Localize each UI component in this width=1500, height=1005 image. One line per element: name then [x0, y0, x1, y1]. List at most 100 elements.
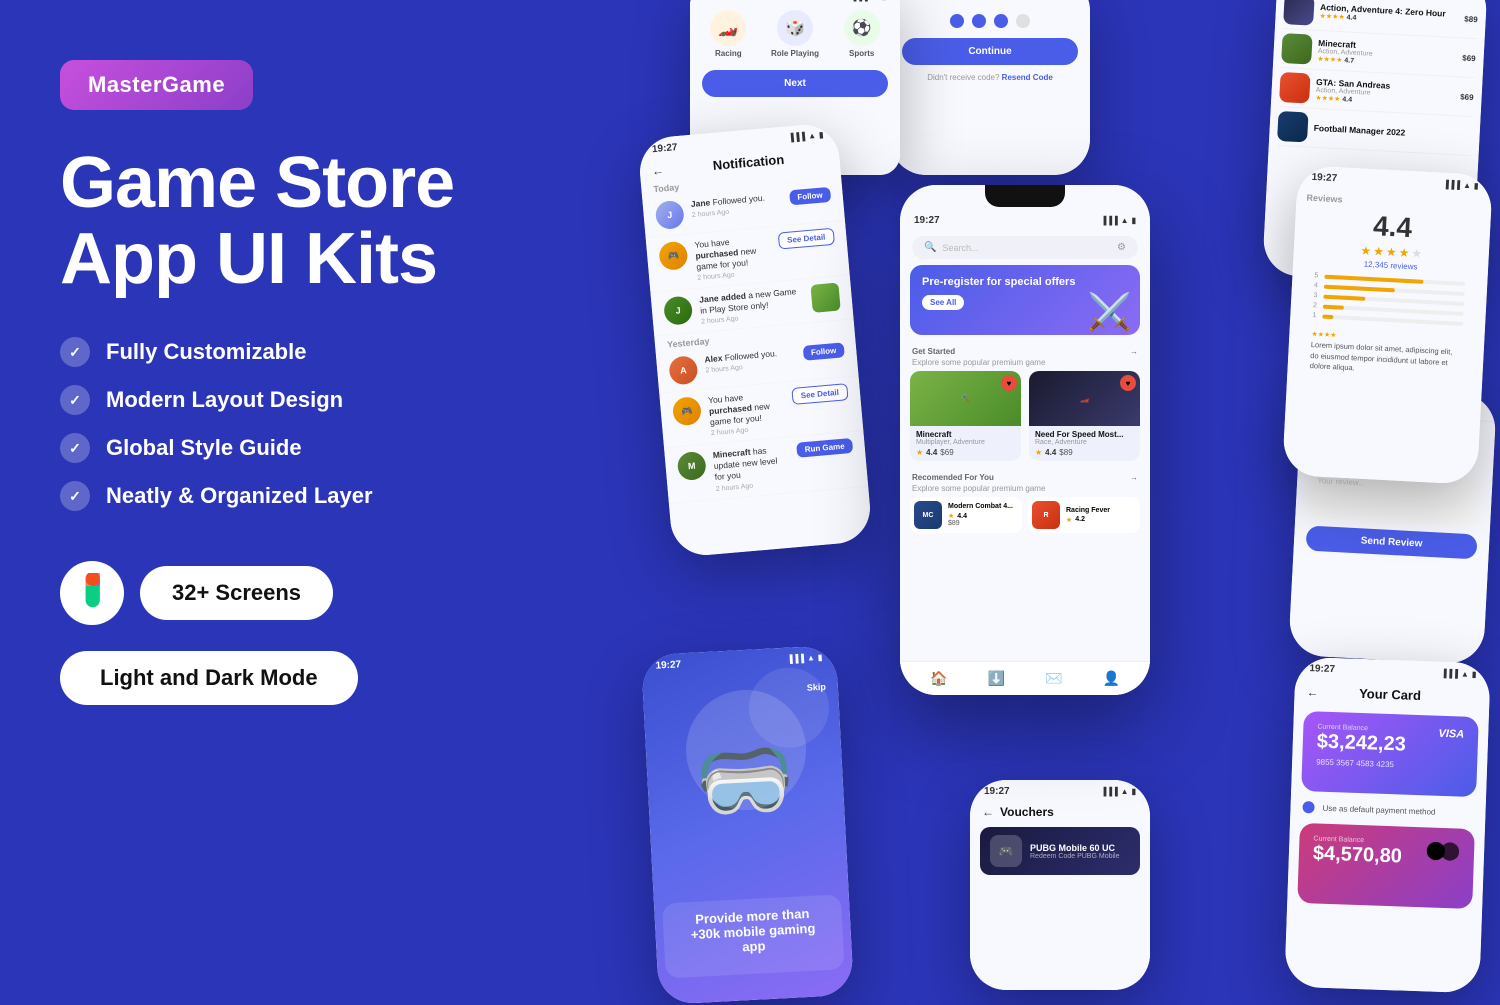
left-panel: MasterGame Game Store App UI Kits Fully …	[60, 60, 540, 705]
otp-dot-3	[994, 14, 1008, 28]
nav-home[interactable]: 🏠	[930, 670, 947, 687]
otp-dot-1	[950, 14, 964, 28]
resend-link[interactable]: Resend Code	[1002, 73, 1053, 82]
feature-1: Fully Customizable	[60, 337, 540, 367]
feature-4: Neatly & Organized Layer	[60, 481, 540, 511]
voucher-icon-1: 🎮	[990, 835, 1022, 867]
notif-avatar-6: M	[677, 451, 707, 481]
cat-roleplaying-icon: 🎲	[777, 10, 813, 46]
vouchers-back[interactable]: ←	[982, 805, 994, 819]
rec-game-icon-1: MC	[914, 501, 942, 529]
app-icon-2	[1281, 33, 1313, 65]
recommended-games: MC Modern Combat 4... ★4.4 $89 R Racing …	[900, 497, 1150, 533]
cat-roleplaying: 🎲 Role Playing	[771, 10, 819, 58]
feature-3: Global Style Guide	[60, 433, 540, 463]
main-title: Game Store App UI Kits	[60, 146, 540, 297]
check-icon-2	[60, 385, 90, 415]
resend-text: Didn't receive code? Resend Code	[902, 73, 1078, 82]
see-detail-button-2[interactable]: See Detail	[791, 383, 849, 405]
recommended-section: Recomended For You →	[900, 467, 1150, 484]
feature-2: Modern Layout Design	[60, 385, 540, 415]
credit-card-2: Current Balance $4,570,80 ⬤⬤	[1297, 823, 1475, 909]
cat-sports: ⚽ Sports	[844, 10, 880, 58]
notif-avatar-2: 🎮	[658, 241, 688, 271]
vouchers-header: ← Vouchers	[970, 801, 1150, 823]
nav-profile[interactable]: 👤	[1103, 670, 1120, 687]
phones-area: 19:27 ▐▐▐ ▲ ▮ 🏎️ Racing 🎲 Role Playing ⚽	[500, 0, 1500, 1000]
card-back[interactable]: ←	[1306, 685, 1318, 699]
follow-button-2[interactable]: Follow	[802, 343, 844, 362]
send-review-button[interactable]: Send Review	[1306, 526, 1478, 560]
features-list: Fully Customizable Modern Layout Design …	[60, 337, 540, 511]
default-check	[1302, 801, 1314, 813]
run-game-button[interactable]: Run Game	[796, 438, 853, 458]
review-bars: 5 4 3 2 1	[1300, 267, 1478, 334]
phone-review: 19:27 ▐▐▐ ▲ ▮ Reviews 4.4 ★ ★ ★ ★ ★	[1282, 165, 1493, 485]
cat-racing: 🏎️ Racing	[710, 10, 746, 58]
badges-row: 32+ Screens	[60, 561, 540, 625]
otp-dot-4	[1016, 14, 1030, 28]
heart-icon-nfs: ♥	[1120, 375, 1136, 391]
phone-main: 19:27 ▐▐▐ ▲ ▮ 🔍 Search... ⚙ Pre-register…	[900, 185, 1150, 695]
follow-button-1[interactable]: Follow	[789, 187, 831, 206]
screens-badge: 32+ Screens	[140, 566, 333, 620]
notch	[985, 185, 1065, 207]
game-card-minecraft[interactable]: ⛏️ ♥ Minecraft Multiplayer, Adventure ★ …	[910, 371, 1021, 461]
search-icon: 🔍	[924, 242, 936, 253]
next-button[interactable]: Next	[702, 70, 888, 97]
phone-vouchers: 19:27 ▐▐▐ ▲ ▮ ← Vouchers 🎮 PUBG Mobile 6…	[970, 780, 1150, 990]
review-comment: ★★★★ Lorem ipsum dolor sit amet, adipisc…	[1297, 325, 1474, 384]
back-arrow[interactable]: ←	[651, 163, 664, 178]
bottom-nav: 🏠 ⬇️ ✉️ 👤	[900, 661, 1150, 695]
check-icon-4	[60, 481, 90, 511]
heart-icon: ♥	[1001, 375, 1017, 391]
phone-otp: 19:27 ▐▐▐ ▲ ▮ Continue Didn't	[890, 0, 1090, 175]
notif-game-image	[810, 283, 840, 313]
rec-game-icon-2: R	[1032, 501, 1060, 529]
app-list: Action, Adventure 4: Zero Hour ★★★★ 4.4 …	[1269, 0, 1487, 160]
notif-avatar-5: 🎮	[672, 396, 702, 426]
onboarding-text: Provide more than +30k mobile gaming app	[678, 905, 827, 958]
credit-card-1: Current Balance $3,242,23 9855 3567 4583…	[1301, 711, 1479, 797]
rec-game-2[interactable]: R Racing Fever ★4.2	[1028, 497, 1140, 533]
figma-icon	[76, 573, 108, 613]
phone-notification: 19:27 ▐▐▐ ▲ ▮ ← Notification Today J Jan…	[637, 122, 873, 558]
app-icon-3	[1279, 72, 1311, 104]
banner-character: ⚔️	[1087, 291, 1132, 333]
brand-name: MasterGame	[88, 72, 225, 97]
figma-badge	[60, 561, 124, 625]
card-header: ← Your Card	[1294, 678, 1490, 712]
skip-button[interactable]: Skip	[807, 682, 827, 693]
nav-download[interactable]: ⬇️	[988, 670, 1005, 687]
search-bar[interactable]: 🔍 Search... ⚙	[912, 236, 1138, 259]
brand-badge: MasterGame	[60, 60, 253, 110]
app-icon-1	[1283, 0, 1315, 26]
card-default-row: Use as default payment method	[1290, 797, 1486, 824]
otp-dot-2	[972, 14, 986, 28]
game-thumb-nfs: 🏎️ ♥	[1029, 371, 1140, 426]
check-icon-3	[60, 433, 90, 463]
settings-icon: ⚙	[1117, 242, 1126, 253]
cat-sports-icon: ⚽	[844, 10, 880, 46]
phone-onboarding: 19:27 ▐▐▐ ▲ ▮ Skip 🥽 Provide more than +…	[641, 645, 854, 1005]
promo-banner: Pre-register for special offers See All …	[910, 265, 1140, 335]
nav-mail[interactable]: ✉️	[1045, 670, 1062, 687]
notif-avatar-1: J	[655, 200, 685, 230]
dark-mode-badge: Light and Dark Mode	[60, 651, 358, 705]
games-grid: ⛏️ ♥ Minecraft Multiplayer, Adventure ★ …	[900, 371, 1150, 461]
rec-game-1[interactable]: MC Modern Combat 4... ★4.4 $89	[910, 497, 1022, 533]
game-card-nfs[interactable]: 🏎️ ♥ Need For Speed Most... Race, Advent…	[1029, 371, 1140, 461]
cat-racing-icon: 🏎️	[710, 10, 746, 46]
get-started-section: Get Started →	[900, 341, 1150, 358]
notif-avatar-4: A	[668, 355, 698, 385]
category-row: 🏎️ Racing 🎲 Role Playing ⚽ Sports	[690, 6, 900, 62]
see-detail-button-1[interactable]: See Detail	[777, 228, 835, 250]
visa-logo: VISA	[1438, 728, 1464, 741]
search-placeholder: Search...	[942, 243, 1111, 253]
notif-avatar-3: J	[663, 296, 693, 326]
app-icon-4	[1277, 111, 1309, 143]
continue-button[interactable]: Continue	[902, 38, 1078, 65]
voucher-item-1: 🎮 PUBG Mobile 60 UC Redeem Code PUBG Mob…	[980, 827, 1140, 875]
see-all-button[interactable]: See All	[922, 295, 964, 310]
mastercard-logo: ⬤⬤	[1425, 839, 1460, 861]
